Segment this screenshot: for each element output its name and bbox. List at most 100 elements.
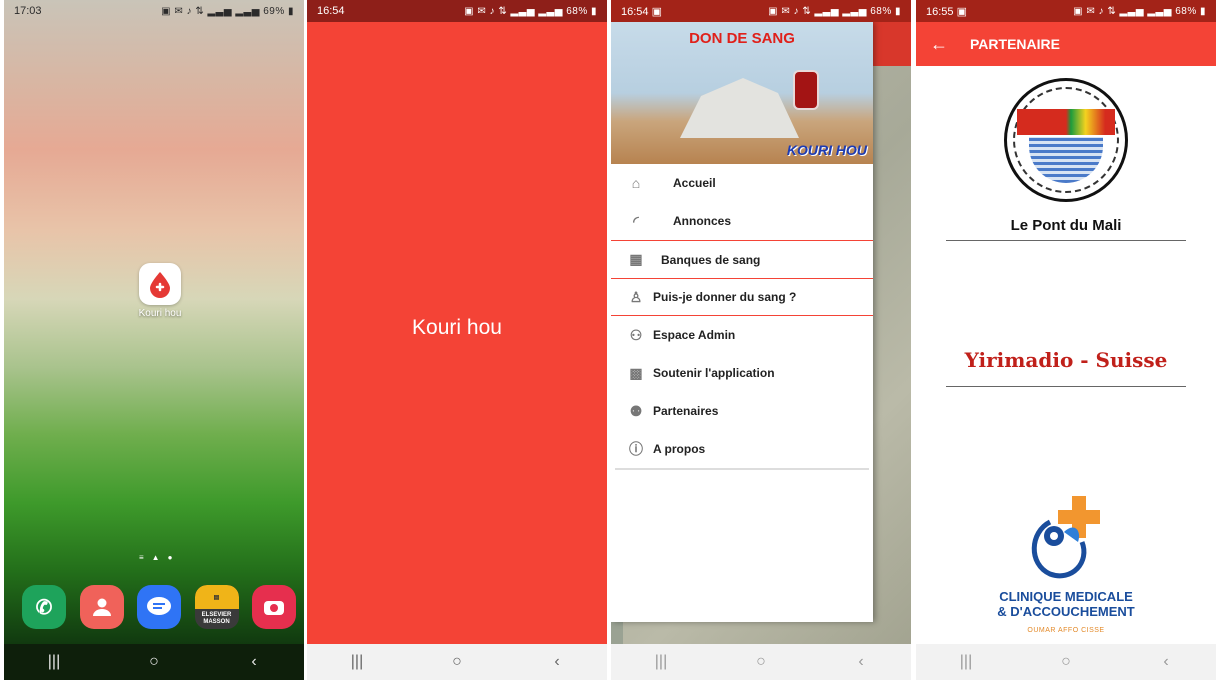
navigation-bar: ||| ○ ‹	[916, 644, 1216, 680]
status-time: 16:54 ▣	[621, 5, 662, 18]
home-button[interactable]: ○	[427, 653, 487, 671]
status-bar: 16:54 ▣ ✉ ♪ ⇅ ▂▃▅ ▂▃▅ 68% ▮	[307, 0, 607, 22]
clinic-name-line2: & D'ACCOUCHEMENT	[997, 604, 1135, 619]
navigation-bar: ||| ○ ‹	[611, 644, 911, 680]
menu-item-label: Banques de sang	[661, 252, 761, 267]
app-label: Kouri hou	[138, 308, 182, 319]
drawer-header-title: DON DE SANG	[689, 30, 795, 47]
recents-button[interactable]: |||	[24, 653, 84, 671]
building-icon: ▦	[629, 251, 643, 267]
menu-item-label: Puis-je donner du sang ?	[653, 290, 797, 304]
camera-icon	[264, 601, 284, 615]
navigation-bar: ||| ○ ‹	[4, 644, 304, 680]
menu-item-soutenir[interactable]: ▩ Soutenir l'application	[611, 354, 873, 392]
back-button[interactable]: ‹	[224, 653, 284, 671]
drawer-header: DON DE SANG KOURI HOU	[611, 22, 873, 164]
clinic-name-line1: CLINIQUE MEDICALE	[999, 589, 1133, 604]
partner-name-2: Yirimadio - Suisse	[946, 348, 1186, 387]
pont-du-mali-logo	[1004, 78, 1128, 202]
clinic-subtitle: OUMAR AFFO CISSE	[1027, 627, 1105, 634]
menu-item-label: Espace Admin	[653, 328, 736, 342]
chat-bubble-icon	[147, 597, 171, 615]
recents-button[interactable]: |||	[327, 653, 387, 671]
contacts-app-icon[interactable]	[79, 585, 124, 629]
status-icons: ▣ ✉ ♪ ⇅ ▂▃▅ ▂▃▅ 68% ▮	[1073, 5, 1206, 17]
support-icon: ▩	[629, 364, 643, 381]
status-bar: 17:03 ▣ ✉ ♪ ⇅ ▂▃▅ ▂▃▅ 69% ▮	[4, 0, 304, 22]
tent-image	[680, 78, 799, 138]
home-dot-icon: ▲	[151, 553, 160, 562]
status-icons: ▣ ✉ ♪ ⇅ ▂▃▅ ▂▃▅ 68% ▮	[464, 5, 597, 17]
menu-item-label: Accueil	[673, 176, 716, 190]
drawer-header-subtitle: KOURI HOU	[786, 142, 867, 158]
gallery-icon: ▣	[651, 5, 662, 18]
splash-title: Kouri hou	[412, 316, 502, 339]
clinic-name: CLINIQUE MEDICALE & D'ACCOUCHEMENT	[956, 589, 1176, 619]
navigation-drawer: DON DE SANG KOURI HOU ⌂ Accueil ◜ Annonc…	[611, 22, 873, 622]
person-icon	[92, 598, 111, 616]
blood-drop-icon	[150, 272, 170, 298]
camera-app-icon[interactable]	[252, 585, 296, 629]
status-bar: 16:55 ▣ ▣ ✉ ♪ ⇅ ▂▃▅ ▂▃▅ 68% ▮	[916, 0, 1216, 22]
back-button[interactable]: ‹	[1136, 653, 1196, 671]
messages-app-icon[interactable]	[137, 585, 181, 629]
status-bar: 16:54 ▣ ▣ ✉ ♪ ⇅ ▂▃▅ ▂▃▅ 68% ▮	[611, 0, 911, 22]
battery-percent: 68%	[1175, 5, 1197, 17]
guide-book-icon: ▤	[194, 585, 239, 609]
menu-item-partenaires[interactable]: ⚉ Partenaires	[611, 392, 873, 430]
home-icon: ⌂	[631, 175, 641, 191]
blood-bag-icon	[793, 70, 819, 110]
therapeutique-app-icon[interactable]: ▤ ELSEVIER MASSON	[194, 585, 239, 629]
menu-item-label: Soutenir l'application	[653, 366, 775, 380]
menu-item-label: Annonces	[673, 214, 732, 228]
admin-group-icon: ⚇	[629, 326, 643, 343]
menu-divider	[615, 468, 869, 470]
home-screen: 17:03 ▣ ✉ ♪ ⇅ ▂▃▅ ▂▃▅ 69% ▮ Kouri hou ≡ …	[4, 0, 304, 680]
rss-icon: ◜	[633, 212, 639, 229]
back-button[interactable]: ‹	[831, 653, 891, 671]
publisher-label: ELSEVIER MASSON	[201, 612, 232, 625]
menu-item-a-propos[interactable]: ⓘ A propos	[611, 430, 873, 468]
app-bar-title: PARTENAIRE	[970, 36, 1060, 52]
status-time: 17:03	[14, 5, 42, 17]
gallery-icon: ▣	[956, 5, 967, 18]
menu-item-annonces[interactable]: ◜ Annonces	[611, 202, 873, 240]
home-button[interactable]: ○	[124, 653, 184, 671]
drawer-screen: 16:54 ▣ ▣ ✉ ♪ ⇅ ▂▃▅ ▂▃▅ 68% ▮ DON DE SAN…	[611, 0, 911, 680]
phone-app-icon[interactable]: ✆	[22, 585, 66, 629]
status-time: 16:55 ▣	[926, 5, 967, 18]
battery-percent: 68%	[870, 5, 892, 17]
menu-item-label: Partenaires	[653, 404, 719, 418]
app-bar: ← PARTENAIRE	[916, 22, 1216, 66]
battery-percent: 68%	[566, 5, 588, 17]
status-icons: ▣ ✉ ♪ ⇅ ▂▃▅ ▂▃▅ 69% ▮	[161, 5, 294, 17]
people-icon: ⚉	[629, 402, 643, 419]
screenshot-collage: 17:03 ▣ ✉ ♪ ⇅ ▂▃▅ ▂▃▅ 69% ▮ Kouri hou ≡ …	[0, 0, 1220, 680]
home-button[interactable]: ○	[1036, 653, 1096, 671]
status-time: 16:54	[317, 5, 345, 17]
menu-item-banques-de-sang[interactable]: ▦ Banques de sang	[611, 240, 873, 278]
clinic-logo-icon	[1031, 496, 1100, 579]
status-icons: ▣ ✉ ♪ ⇅ ▂▃▅ ▂▃▅ 68% ▮	[768, 5, 901, 17]
menu-item-label: A propos	[653, 442, 706, 456]
info-icon: ⓘ	[629, 441, 643, 457]
kouri-hou-app-icon[interactable]	[139, 263, 181, 305]
partners-screen: 16:55 ▣ ▣ ✉ ♪ ⇅ ▂▃▅ ▂▃▅ 68% ▮ ← PARTENAI…	[916, 0, 1216, 680]
recents-button[interactable]: |||	[631, 653, 691, 671]
partner-name-1: Le Pont du Mali	[946, 217, 1186, 241]
person-question-icon: ♙	[629, 288, 643, 305]
menu-item-accueil[interactable]: ⌂ Accueil	[611, 164, 873, 202]
splash-screen: 16:54 ▣ ✉ ♪ ⇅ ▂▃▅ ▂▃▅ 68% ▮ Kouri hou ||…	[307, 0, 607, 680]
back-arrow-icon[interactable]: ←	[930, 34, 948, 55]
navigation-bar: ||| ○ ‹	[307, 644, 607, 680]
home-button[interactable]: ○	[731, 653, 791, 671]
list-page-icon: ≡	[139, 553, 144, 562]
recents-button[interactable]: |||	[936, 653, 996, 671]
page-dot-icon: ●	[167, 553, 173, 562]
battery-percent: 69%	[263, 5, 285, 17]
flag-band	[1017, 109, 1115, 135]
menu-item-espace-admin[interactable]: ⚇ Espace Admin	[611, 316, 873, 354]
menu-item-puis-je-donner[interactable]: ♙ Puis-je donner du sang ?	[611, 278, 873, 316]
back-button[interactable]: ‹	[527, 653, 587, 671]
dock: ✆ ▤ ELSEVIER MASSON	[22, 585, 296, 631]
